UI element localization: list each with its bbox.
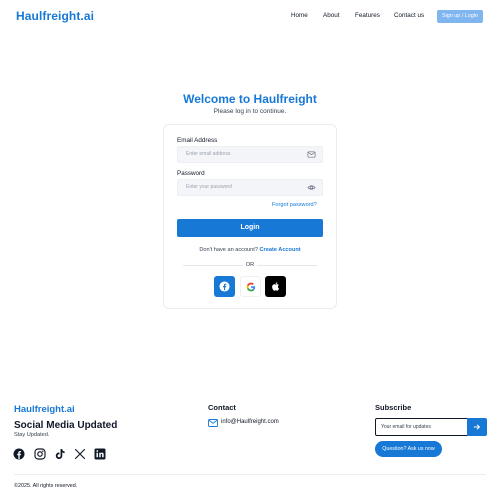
copyright-text: ©2025. All rights reserved. [14,483,78,489]
no-account-text: Don't have an account? [199,247,258,253]
linkedin-icon[interactable] [94,448,106,460]
footer-social-title: Social Media Updated [14,420,118,431]
nav-features-link[interactable]: Features [355,12,380,19]
contact-email-link[interactable]: info@Haulfreight.com [221,419,279,425]
or-separator: OR [245,262,255,268]
footer-logo[interactable]: Haulfreight.ai [14,404,75,415]
ask-question-button[interactable]: Question? Ask us now [375,441,442,457]
google-icon [246,282,255,291]
facebook-login-button[interactable] [214,276,235,297]
apple-icon [271,282,279,291]
create-account-link[interactable]: Create Account [260,247,301,253]
subscribe-submit-button[interactable] [467,418,487,436]
footer-contact-title: Contact [208,403,236,412]
subscribe-email-input[interactable]: Your email for updates [375,418,468,436]
signup-login-button[interactable]: Sign up / Login [437,10,483,23]
arrow-right-icon [473,424,480,430]
footer-divider [14,474,486,475]
apple-login-button[interactable] [265,276,286,297]
facebook-icon[interactable] [13,448,25,460]
email-field[interactable]: Enter email address [177,146,323,163]
eye-icon[interactable] [307,183,316,192]
page-subtitle: Please log in to continue. [213,108,287,115]
nav-about-link[interactable]: About [323,12,339,19]
email-label: Email Address [177,137,218,144]
instagram-icon[interactable] [34,448,46,460]
forgot-password-link[interactable]: Forgot password? [272,202,317,208]
divider-right [257,265,317,266]
footer-social-subtitle: Stay Updated. [14,432,50,438]
login-button[interactable]: Login [177,219,323,237]
page-title: Welcome to Haulfreight [183,92,317,106]
mail-icon [208,419,218,427]
top-navbar: Haulfreight.ai Home About Features Conta… [0,0,500,34]
signup-prompt: Don't have an account? Create Account [0,247,500,253]
logo[interactable]: Haulfreight.ai [16,9,94,23]
footer-subscribe-title: Subscribe [375,403,412,412]
tiktok-icon[interactable] [54,448,66,460]
facebook-icon [219,281,230,292]
password-label: Password [177,170,205,177]
nav-home-link[interactable]: Home [291,12,308,19]
x-icon[interactable] [74,448,86,460]
password-field[interactable]: Enter your password [177,179,323,196]
nav-contact-link[interactable]: Contact us [394,12,424,19]
mail-icon [307,151,316,158]
google-login-button[interactable] [240,276,261,297]
